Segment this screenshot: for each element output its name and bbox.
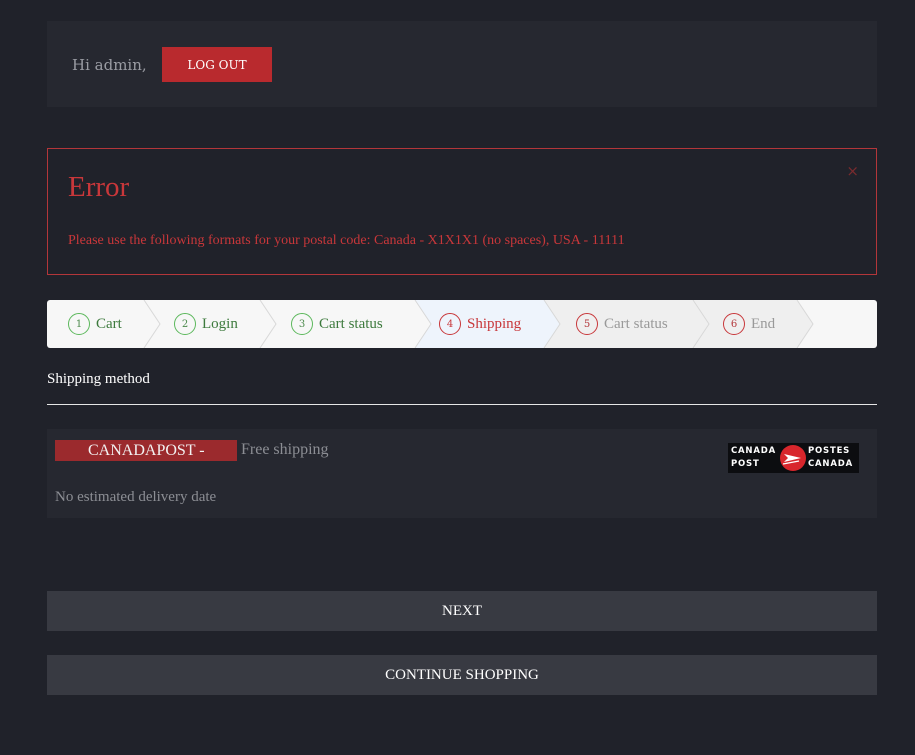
divider	[47, 404, 877, 405]
step-label: Cart	[96, 315, 122, 332]
step-shipping: 4 Shipping	[439, 300, 521, 348]
step-end: 6 End	[723, 300, 775, 348]
checkout-steps: 1 Cart 2 Login 3 Cart status 4 Shipping …	[47, 300, 877, 348]
delivery-estimate: No estimated delivery date	[55, 489, 217, 505]
user-bar: Hi admin, LOG OUT	[47, 21, 877, 107]
step-cart[interactable]: 1 Cart	[68, 300, 122, 348]
logo-text: CANADA	[808, 459, 853, 469]
close-icon[interactable]: ×	[846, 162, 859, 180]
greeting-text: Hi admin,	[72, 56, 147, 74]
step-number: 4	[439, 313, 461, 335]
carrier-label: CANADAPOST -	[55, 440, 237, 461]
error-title: Error	[68, 171, 130, 203]
step-number: 5	[576, 313, 598, 335]
step-login[interactable]: 2 Login	[174, 300, 238, 348]
step-label: Cart status	[604, 315, 668, 332]
step-label: Shipping	[467, 315, 522, 332]
logo-text: POSTES	[808, 446, 851, 456]
error-alert: Error Please use the following formats f…	[47, 148, 877, 275]
step-number: 6	[723, 313, 745, 335]
shipping-price: Free shipping	[241, 441, 329, 458]
shipping-option[interactable]: CANADAPOST - Free shipping No estimated …	[47, 429, 877, 518]
step-label: Cart status	[319, 315, 383, 332]
canada-post-logo: CANADA POST POSTES CANADA	[728, 443, 859, 473]
step-cart-status-2: 5 Cart status	[576, 300, 668, 348]
continue-shopping-button[interactable]: CONTINUE SHOPPING	[47, 655, 877, 695]
step-number: 1	[68, 313, 90, 335]
section-title: Shipping method	[47, 371, 150, 387]
canada-post-emblem-icon	[780, 445, 806, 471]
step-label: Login	[202, 315, 238, 332]
logo-text: CANADA	[731, 446, 776, 456]
step-label: End	[751, 315, 776, 332]
logo-text: POST	[731, 459, 760, 469]
next-button[interactable]: NEXT	[47, 591, 877, 631]
step-number: 3	[291, 313, 313, 335]
step-cart-status[interactable]: 3 Cart status	[291, 300, 383, 348]
logout-button[interactable]: LOG OUT	[162, 47, 272, 82]
step-number: 2	[174, 313, 196, 335]
error-message: Please use the following formats for you…	[68, 233, 625, 248]
